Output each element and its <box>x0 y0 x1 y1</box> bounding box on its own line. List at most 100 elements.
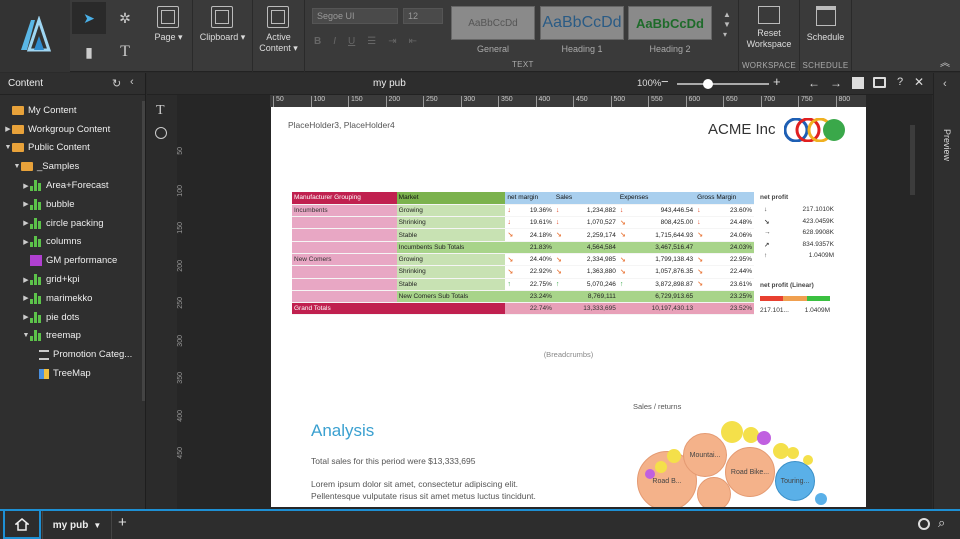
column-header[interactable]: Manufacturer Grouping <box>292 192 397 205</box>
logo-icon <box>21 16 52 52</box>
caret-down-icon[interactable]: ▼ <box>22 332 30 339</box>
app-logo[interactable] <box>0 0 70 72</box>
add-tab-icon[interactable]: + <box>118 514 127 531</box>
refresh-icon[interactable]: ↻ <box>112 77 121 90</box>
ruler-tick-label: 500 <box>610 96 625 107</box>
caret-right-icon[interactable]: ▶ <box>22 313 30 321</box>
sidebar-item[interactable]: ▼ _Samples <box>0 157 145 176</box>
sidebar-item[interactable]: ▼ treemap <box>0 327 145 346</box>
caret-right-icon[interactable]: ▶ <box>4 125 12 133</box>
bubble[interactable] <box>697 477 731 507</box>
undo-arrow-icon[interactable]: ← <box>808 76 820 90</box>
sidebar-item[interactable]: ▶ marimekko <box>0 289 145 308</box>
send-icon[interactable]: ➤ <box>72 2 106 34</box>
sidebar-item[interactable]: ▶ bubble <box>0 195 145 214</box>
collapse-ribbon-icon[interactable]: ︽ <box>940 54 950 69</box>
column-header[interactable]: Gross Margin <box>695 192 754 205</box>
home-button[interactable] <box>3 511 41 539</box>
active-content-button[interactable]: Active Content ▾ <box>259 0 298 54</box>
sidebar-item[interactable]: ▶ Area+Forecast <box>0 176 145 195</box>
caret-right-icon[interactable]: ▶ <box>22 182 30 190</box>
sidebar-scrollbar[interactable] <box>142 101 145 401</box>
close-icon[interactable]: ✕ <box>914 75 924 89</box>
sidebar-item[interactable]: ▶ circle packing <box>0 214 145 233</box>
style-heading2[interactable]: AaBbCcDd <box>628 6 712 40</box>
vertical-ruler: 50 100 150 200 250 300 350 400 450 <box>177 107 189 507</box>
caret-right-icon[interactable]: ▶ <box>22 219 30 227</box>
sidebar-item[interactable]: My Content <box>0 101 145 120</box>
table-cell <box>396 302 506 316</box>
zoom-slider-thumb[interactable] <box>703 79 713 89</box>
caret-right-icon[interactable]: ▶ <box>22 294 30 302</box>
zoom-slider[interactable] <box>677 79 769 89</box>
column-header[interactable]: Sales <box>553 192 618 205</box>
shape-tool-icon[interactable] <box>155 127 167 139</box>
text-tool-icon[interactable]: T <box>156 103 165 119</box>
font-name-input[interactable]: Segoe UI <box>312 8 398 24</box>
sidebar-item[interactable]: ▶ Workgroup Content <box>0 120 145 139</box>
sidebar-item[interactable]: GM performance <box>0 251 145 270</box>
style-heading1[interactable]: AaBbCcDd <box>540 6 624 40</box>
caret-down-icon[interactable]: ▼ <box>13 163 21 170</box>
text-icon[interactable]: T <box>108 36 142 68</box>
list-icon[interactable]: ☰ <box>367 36 376 47</box>
status-icon[interactable] <box>918 518 930 530</box>
sidebar-item[interactable]: ▶ grid+kpi <box>0 270 145 289</box>
zoom-out-icon[interactable]: − <box>661 74 669 89</box>
reset-workspace-button[interactable]: Reset Workspace <box>747 0 791 50</box>
bubble[interactable]: Road Bike... <box>725 447 775 497</box>
search-icon[interactable]: ⌕ <box>938 515 945 531</box>
table-cell: 23.25% <box>705 290 754 304</box>
sidebar-item[interactable]: ▶ columns <box>0 233 145 252</box>
ribbon: ➤ ✲ ▮ T Page ▾ Clipboard ▾ Active Content… <box>0 0 960 72</box>
caret-right-icon[interactable]: ▶ <box>22 238 30 246</box>
table-cell: 5,070,246 <box>563 278 618 291</box>
sidebar-item[interactable]: ▼ Public Content <box>0 139 145 158</box>
document-icon[interactable]: ▮ <box>72 36 106 68</box>
bubble[interactable] <box>757 431 771 445</box>
sidebar-item[interactable]: Promotion Categ... <box>0 345 145 364</box>
column-header[interactable]: Expenses <box>617 192 696 205</box>
calendar-icon <box>815 6 836 26</box>
redo-arrow-icon[interactable]: → <box>830 76 842 90</box>
tab-my-pub[interactable]: my pub ▼ <box>42 511 112 539</box>
schedule-button[interactable]: Schedule <box>807 0 844 43</box>
zoom-in-icon[interactable]: + <box>773 74 781 89</box>
caret-right-icon[interactable]: ▶ <box>22 200 30 208</box>
bubble[interactable] <box>667 449 681 463</box>
collapse-sidebar-icon[interactable]: ‹ <box>130 76 134 88</box>
column-header[interactable]: net margin <box>505 192 554 205</box>
bold-icon[interactable]: B <box>314 36 321 47</box>
expand-preview-icon[interactable]: ‹ <box>943 78 947 90</box>
sidebar-item[interactable]: TreeMap <box>0 364 145 383</box>
tab-dropdown-icon[interactable]: ▼ <box>93 521 101 530</box>
bubble[interactable]: Mountai... <box>683 433 727 477</box>
caret-right-icon[interactable]: ▶ <box>22 276 30 284</box>
help-icon[interactable]: ? <box>897 76 903 88</box>
print-icon[interactable] <box>873 77 886 88</box>
page-button[interactable]: Page ▾ <box>154 0 183 43</box>
column-header[interactable]: Market <box>396 192 506 205</box>
palette-icon[interactable]: ✲ <box>108 2 142 34</box>
italic-icon[interactable]: I <box>333 36 336 47</box>
caret-down-icon[interactable]: ▼ <box>4 144 12 151</box>
trend-arrow-icon: ↓ <box>764 206 768 213</box>
canvas-scrollbar[interactable] <box>910 125 915 195</box>
style-general[interactable]: AaBbCcDd <box>451 6 535 40</box>
bubble[interactable] <box>655 461 667 473</box>
font-size-input[interactable]: 12 <box>403 8 443 24</box>
preview-panel-toggle[interactable]: ‹ Preview <box>933 73 960 509</box>
styles-scroll[interactable]: ▲ ▼ ▾ <box>723 10 731 40</box>
bubble[interactable] <box>803 455 813 465</box>
underline-icon[interactable]: U <box>348 36 355 47</box>
clipboard-button[interactable]: Clipboard ▾ <box>200 0 245 43</box>
bubble[interactable] <box>787 447 799 459</box>
outdent-icon[interactable]: ⇤ <box>409 36 417 47</box>
bubble[interactable]: Touring... <box>775 461 815 501</box>
bubble[interactable] <box>721 421 743 443</box>
indent-icon[interactable]: ⇥ <box>388 36 396 47</box>
bubble[interactable] <box>815 493 827 505</box>
sidebar-item[interactable]: ▶ pie dots <box>0 308 145 327</box>
bubble[interactable] <box>645 469 655 479</box>
save-icon[interactable] <box>852 77 864 89</box>
